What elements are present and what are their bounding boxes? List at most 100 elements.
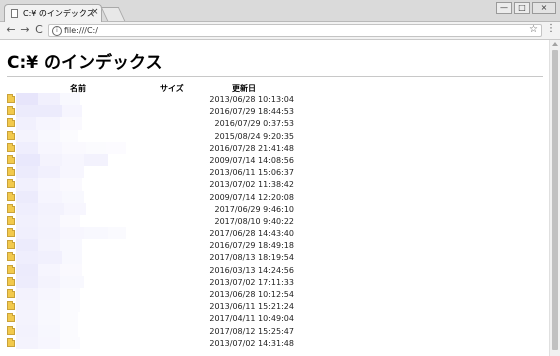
modified-date: 2013/07/02 17:11:33 xyxy=(209,277,294,287)
modified-date: 2013/07/02 11:38:42 xyxy=(209,180,294,190)
modified-date: 2016/03/13 14:24:56 xyxy=(209,265,294,275)
tab-title: C:¥ のインデックス xyxy=(23,9,95,18)
back-arrow-icon[interactable]: ← xyxy=(4,23,18,37)
list-item[interactable]: 2017/06/29 9:46:10 xyxy=(0,202,540,215)
redacted-filename xyxy=(38,166,60,179)
close-window-button[interactable]: × xyxy=(532,2,556,14)
redacted-filename xyxy=(60,275,84,288)
bookmark-star-icon[interactable]: ☆ xyxy=(529,24,538,35)
redacted-filename xyxy=(38,336,60,349)
scroll-up-arrow-icon[interactable] xyxy=(552,42,558,46)
redacted-filename xyxy=(38,190,62,203)
redacted-filename xyxy=(62,190,84,203)
forward-arrow-icon[interactable]: → xyxy=(18,23,32,37)
reload-icon[interactable]: C xyxy=(32,23,46,37)
redacted-filename xyxy=(16,166,38,179)
modified-date: 2017/06/29 9:46:10 xyxy=(214,204,295,214)
redacted-filename xyxy=(60,166,84,179)
redacted-filename xyxy=(38,214,60,228)
folder-icon xyxy=(7,118,15,128)
redacted-filename xyxy=(84,153,108,167)
folder-icon xyxy=(7,289,15,298)
list-item[interactable]: 2016/07/29 18:44:53 xyxy=(0,105,540,118)
modified-date: 2017/08/10 9:40:22 xyxy=(214,216,295,226)
list-item[interactable]: 2017/08/12 15:25:47 xyxy=(0,324,540,337)
maximize-button[interactable]: □ xyxy=(514,2,530,14)
modified-date: 2015/08/24 9:20:35 xyxy=(214,131,295,141)
modified-date: 2016/07/28 21:41:48 xyxy=(209,143,294,153)
folder-icon xyxy=(7,142,15,152)
redacted-filename xyxy=(38,300,60,313)
list-item[interactable]: 2013/07/02 11:38:42 xyxy=(0,178,540,191)
redacted-filename xyxy=(16,214,38,228)
redacted-filename xyxy=(60,336,80,349)
minimize-button[interactable]: — xyxy=(496,2,512,14)
redacted-filename xyxy=(60,324,78,337)
list-item[interactable]: 2016/03/13 14:24:56 xyxy=(0,263,540,276)
url-text[interactable]: file:///C:/ xyxy=(64,25,98,36)
redacted-filename xyxy=(86,141,106,154)
redacted-filename xyxy=(38,93,60,106)
redacted-filename xyxy=(106,141,126,154)
redacted-filename xyxy=(16,251,38,264)
modified-date: 2017/08/13 18:19:54 xyxy=(209,253,294,263)
list-item[interactable]: 2013/07/02 14:31:48 xyxy=(0,336,540,349)
redacted-filename xyxy=(16,129,38,142)
list-item[interactable]: 2013/06/28 10:12:54 xyxy=(0,288,540,301)
close-tab-icon[interactable]: × xyxy=(91,7,99,17)
list-item[interactable]: 2016/07/28 21:41:48 xyxy=(0,141,540,154)
list-item[interactable]: 2016/07/29 18:49:18 xyxy=(0,239,540,252)
folder-icon xyxy=(7,228,15,238)
list-item[interactable]: 2017/04/11 10:49:04 xyxy=(0,312,540,325)
redacted-filename xyxy=(38,129,60,142)
page-title: C:¥ のインデックス xyxy=(7,53,163,73)
scrollbar-thumb[interactable] xyxy=(552,50,558,350)
redacted-filename xyxy=(60,227,84,240)
redacted-filename xyxy=(60,117,82,130)
new-tab-button[interactable] xyxy=(100,7,126,21)
divider xyxy=(7,76,543,77)
modified-date: 2013/06/28 10:13:04 xyxy=(209,95,294,104)
list-item[interactable]: 2015/08/24 9:20:35 xyxy=(0,129,540,142)
modified-date: 2009/07/14 12:20:08 xyxy=(209,192,294,202)
modified-date: 2016/07/29 18:49:18 xyxy=(209,241,294,251)
redacted-filename xyxy=(38,227,60,240)
redacted-filename xyxy=(64,202,86,215)
page-icon xyxy=(11,9,18,18)
list-item[interactable]: 2017/06/28 14:43:40 xyxy=(0,227,540,240)
modified-date: 2009/07/14 14:08:56 xyxy=(209,155,294,165)
folder-icon xyxy=(7,313,15,323)
list-item[interactable]: 2013/06/28 10:13:04 xyxy=(0,93,540,106)
redacted-filename xyxy=(38,141,62,154)
list-item[interactable]: 2013/06/11 15:21:24 xyxy=(0,300,540,313)
browser-toolbar: ← → C i file:///C:/ ☆ ⋮ xyxy=(0,22,560,40)
redacted-filename xyxy=(38,251,62,264)
window-controls: — □ × xyxy=(494,2,556,16)
redacted-filename xyxy=(16,288,38,301)
redacted-filename xyxy=(16,202,38,215)
modified-date: 2013/06/11 15:06:37 xyxy=(209,168,294,178)
redacted-filename xyxy=(60,288,80,301)
folder-icon xyxy=(7,94,15,103)
list-item[interactable]: 2017/08/10 9:40:22 xyxy=(0,214,540,228)
address-bar[interactable]: i file:///C:/ ☆ xyxy=(48,24,542,37)
list-item[interactable]: 2009/07/14 12:20:08 xyxy=(0,190,540,203)
info-icon[interactable]: i xyxy=(52,26,62,36)
list-item[interactable]: 2013/07/02 17:11:33 xyxy=(0,275,540,288)
redacted-filename xyxy=(84,227,108,240)
redacted-filename xyxy=(38,202,64,215)
modified-date: 2016/07/29 0:37:53 xyxy=(214,119,295,129)
folder-icon xyxy=(7,252,15,262)
browser-tab[interactable]: C:¥ のインデックス × xyxy=(4,4,102,22)
list-item[interactable]: 2017/08/13 18:19:54 xyxy=(0,251,540,264)
list-item[interactable]: 2016/07/29 0:37:53 xyxy=(0,117,540,130)
folder-icon xyxy=(7,179,15,189)
list-item[interactable]: 2013/06/11 15:06:37 xyxy=(0,166,540,179)
redacted-filename xyxy=(60,214,80,228)
vertical-scrollbar[interactable] xyxy=(549,40,560,356)
redacted-filename xyxy=(16,263,38,276)
redacted-filename xyxy=(16,93,38,106)
browser-menu-icon[interactable]: ⋮ xyxy=(546,23,556,34)
list-item[interactable]: 2009/07/14 14:08:56 xyxy=(0,153,540,167)
modified-date: 2016/07/29 18:44:53 xyxy=(209,107,294,117)
